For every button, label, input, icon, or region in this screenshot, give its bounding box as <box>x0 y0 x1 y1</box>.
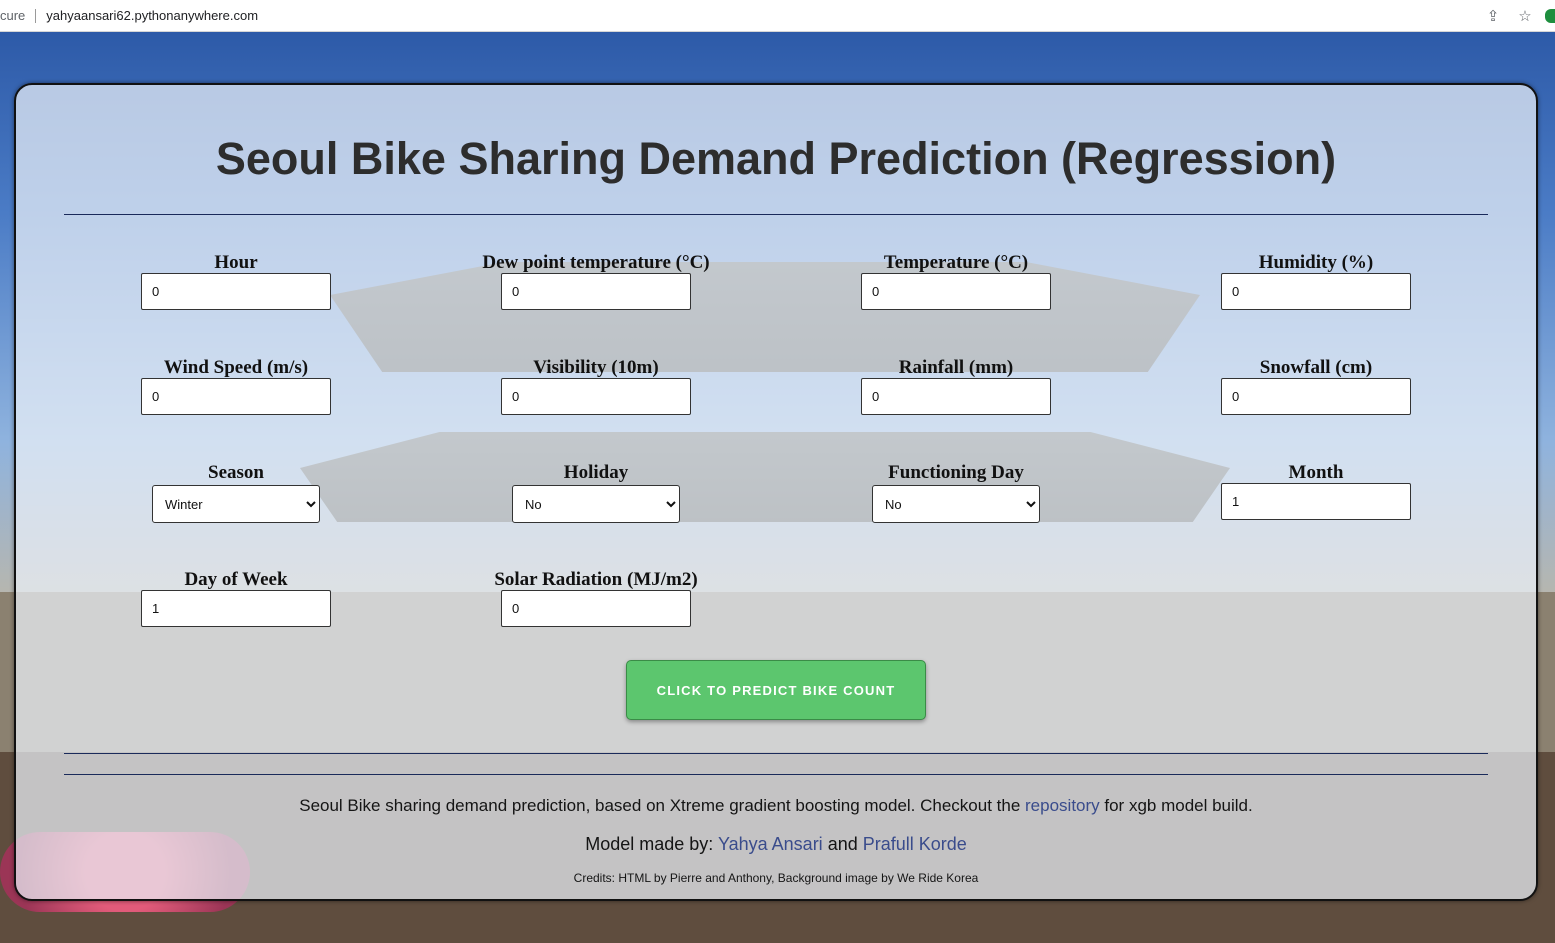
browser-actions: ⇪ ☆ <box>1477 0 1555 31</box>
temperature-label: Temperature (°C) <box>883 252 1029 273</box>
holiday-select[interactable]: No <box>512 485 680 523</box>
functioning-day-field: Functioning Day No <box>806 463 1106 523</box>
divider <box>64 214 1488 215</box>
visibility-field: Visibility (10m) <box>446 358 746 415</box>
solar-radiation-label: Solar Radiation (MJ/m2) <box>494 569 698 590</box>
extension-icon[interactable] <box>1545 8 1555 23</box>
month-input[interactable] <box>1221 483 1411 520</box>
humidity-field: Humidity (%) <box>1166 253 1466 310</box>
made-by-text: Model made by: <box>585 834 718 854</box>
visibility-input[interactable] <box>501 378 691 415</box>
day-of-week-input[interactable] <box>141 590 331 627</box>
temperature-input[interactable] <box>861 273 1051 310</box>
snowfall-input[interactable] <box>1221 378 1411 415</box>
url-field[interactable]: yahyaansari62.pythonanywhere.com <box>46 8 258 23</box>
temperature-field: Temperature (°C) <box>806 253 1106 310</box>
dew-point-field: Dew point temperature (°C) <box>446 253 746 310</box>
footer-description: Seoul Bike sharing demand prediction, ba… <box>16 796 1536 816</box>
prediction-form-card: Seoul Bike Sharing Demand Prediction (Re… <box>14 83 1538 901</box>
predict-button[interactable]: CLICK TO PREDICT BIKE COUNT <box>626 660 926 720</box>
season-label: Season <box>208 462 264 483</box>
dew-point-label: Dew point temperature (°C) <box>482 252 710 273</box>
day-of-week-field: Day of Week <box>86 570 386 627</box>
divider <box>64 753 1488 754</box>
holiday-label: Holiday <box>563 462 629 483</box>
hour-input[interactable] <box>141 273 331 310</box>
solar-radiation-input[interactable] <box>501 590 691 627</box>
dew-point-input[interactable] <box>501 273 691 310</box>
hour-field: Hour <box>86 253 386 310</box>
share-icon[interactable]: ⇪ <box>1477 7 1509 25</box>
browser-address-bar: cure yahyaansari62.pythonanywhere.com ⇪ … <box>0 0 1555 32</box>
holiday-field: Holiday No <box>446 463 746 523</box>
footer-authors: Model made by: Yahya Ansari and Prafull … <box>16 834 1536 855</box>
repository-link[interactable]: repository <box>1025 796 1100 815</box>
solar-radiation-field: Solar Radiation (MJ/m2) <box>446 570 746 627</box>
divider <box>64 774 1488 775</box>
wind-speed-field: Wind Speed (m/s) <box>86 358 386 415</box>
functioning-day-label: Functioning Day <box>888 462 1024 483</box>
snowfall-field: Snowfall (cm) <box>1166 358 1466 415</box>
wind-speed-input[interactable] <box>141 378 331 415</box>
bookmark-star-icon[interactable]: ☆ <box>1509 7 1541 25</box>
wind-speed-label: Wind Speed (m/s) <box>163 357 309 378</box>
visibility-label: Visibility (10m) <box>533 357 659 378</box>
footer-credits: Credits: HTML by Pierre and Anthony, Bac… <box>573 871 979 885</box>
humidity-input[interactable] <box>1221 273 1411 310</box>
rainfall-input[interactable] <box>861 378 1051 415</box>
author-link-yahya[interactable]: Yahya Ansari <box>718 834 823 854</box>
month-label: Month <box>1288 462 1344 483</box>
season-select[interactable]: Winter <box>152 485 320 523</box>
season-field: Season Winter <box>86 463 386 523</box>
security-status[interactable]: cure <box>0 8 25 23</box>
hour-label: Hour <box>214 252 258 273</box>
rainfall-label: Rainfall (mm) <box>898 357 1014 378</box>
description-text-end: for xgb model build. <box>1099 796 1253 815</box>
day-of-week-label: Day of Week <box>184 569 288 590</box>
page-title: Seoul Bike Sharing Demand Prediction (Re… <box>215 133 1337 184</box>
divider <box>35 8 37 23</box>
rainfall-field: Rainfall (mm) <box>806 358 1106 415</box>
functioning-day-select[interactable]: No <box>872 485 1040 523</box>
month-field: Month <box>1166 463 1466 520</box>
description-text: Seoul Bike sharing demand prediction, ba… <box>299 796 1026 815</box>
author-link-prafull[interactable]: Prafull Korde <box>863 834 967 854</box>
humidity-label: Humidity (%) <box>1258 252 1374 273</box>
snowfall-label: Snowfall (cm) <box>1259 357 1373 378</box>
and-text: and <box>822 834 863 854</box>
